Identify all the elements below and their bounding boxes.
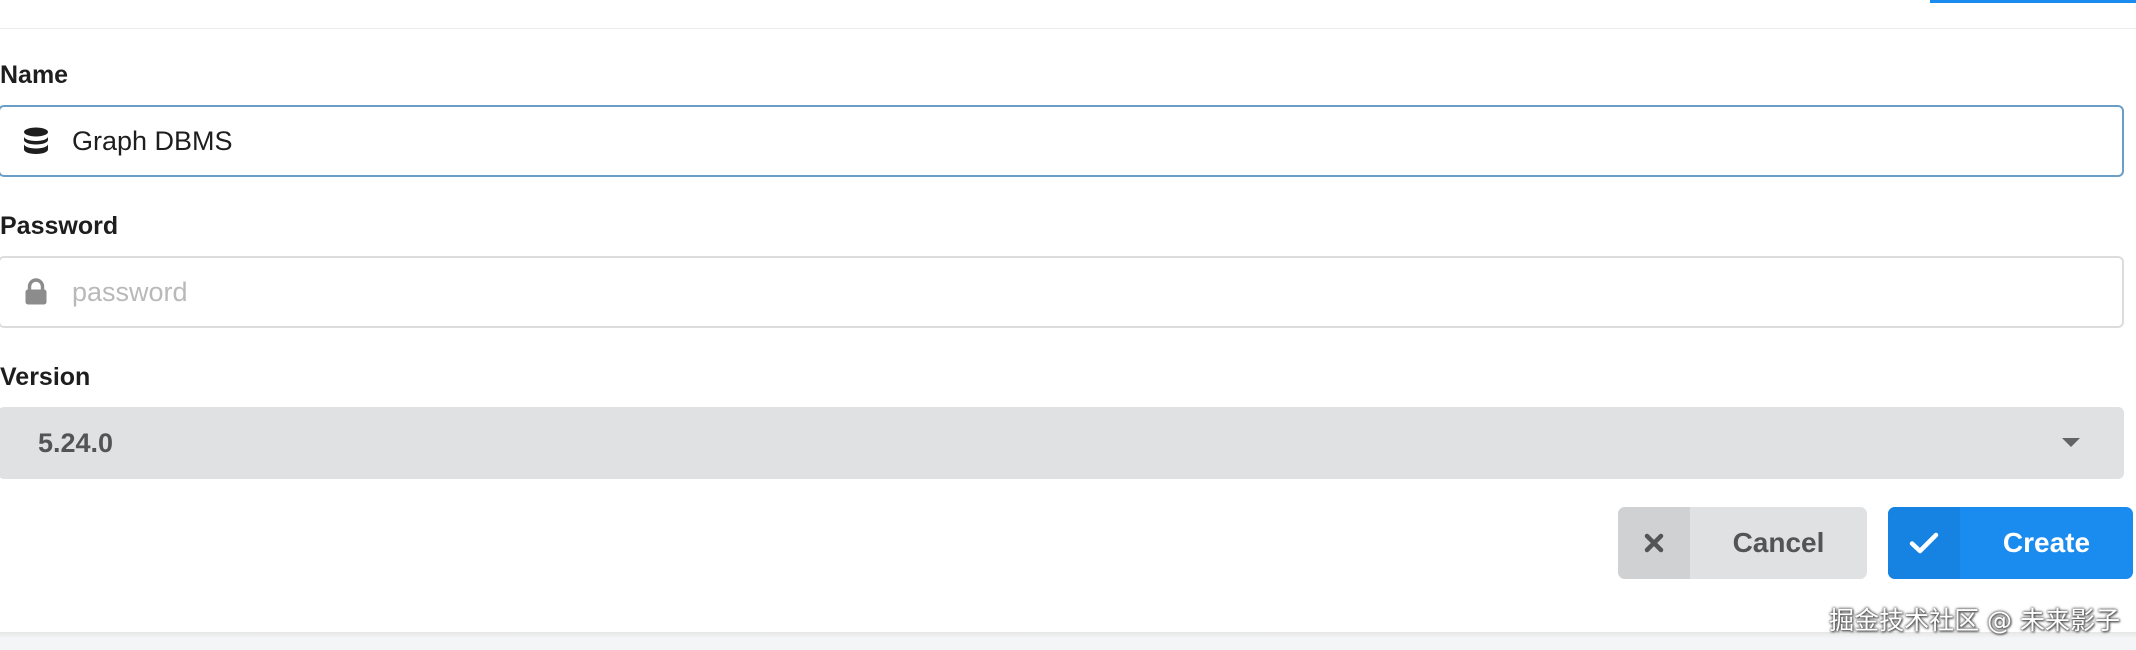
version-select[interactable]: 5.24.0 xyxy=(0,407,2124,479)
password-label: Password xyxy=(0,212,119,240)
create-icon-segment xyxy=(1888,507,1960,579)
top-tab-indicator xyxy=(1930,0,2136,3)
check-icon xyxy=(1909,532,1939,554)
name-input[interactable] xyxy=(72,107,2102,175)
watermark: 掘金技术社区 @ 未来影子 xyxy=(1829,606,2120,635)
name-label: Name xyxy=(0,61,69,89)
cancel-icon-segment xyxy=(1618,507,1690,579)
caret-down-icon xyxy=(2062,438,2080,447)
top-divider xyxy=(0,28,2136,29)
password-input-wrapper[interactable] xyxy=(0,256,2124,328)
create-button-label: Create xyxy=(2002,527,2091,558)
cancel-button[interactable]: Cancel xyxy=(1618,507,1867,579)
password-input[interactable] xyxy=(72,258,2102,326)
version-label: Version xyxy=(0,363,91,391)
database-icon xyxy=(24,127,48,154)
panel-bottom-edge xyxy=(0,632,2136,650)
lock-icon xyxy=(25,278,47,305)
create-button[interactable]: Create xyxy=(1888,507,2133,579)
close-icon xyxy=(1644,533,1664,553)
name-input-wrapper[interactable] xyxy=(0,105,2124,177)
cancel-button-label: Cancel xyxy=(1732,527,1825,558)
version-selected-value: 5.24.0 xyxy=(38,428,114,458)
